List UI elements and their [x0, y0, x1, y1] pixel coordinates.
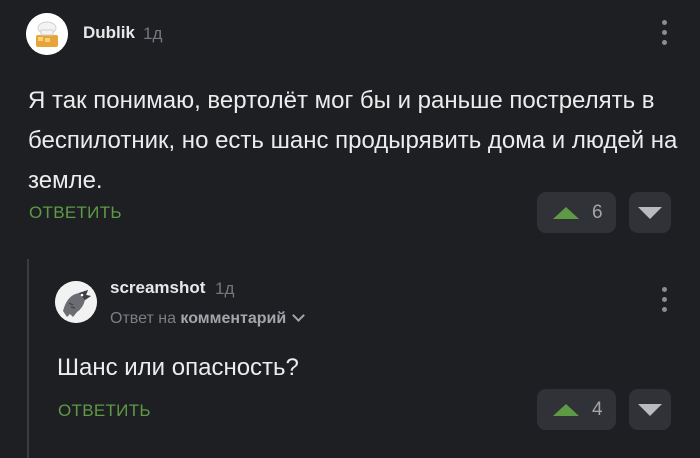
comment-timestamp: 1д — [143, 24, 163, 43]
comment-author[interactable]: screamshot — [110, 278, 205, 298]
downvote-button[interactable] — [629, 192, 671, 233]
reply-to-prefix: Ответ на — [110, 310, 176, 327]
rating-count: 4 — [592, 399, 603, 420]
upvote-button[interactable]: 6 — [537, 192, 616, 233]
arrow-down-triangle-icon — [638, 207, 662, 219]
downvote-button[interactable] — [629, 389, 671, 430]
chef-avatar-image — [26, 13, 68, 55]
reply-button[interactable]: ОТВЕТИТЬ — [58, 401, 151, 421]
arrow-down-triangle-icon — [638, 404, 662, 416]
chevron-down-icon — [292, 309, 306, 322]
more-vertical-icon[interactable] — [657, 18, 671, 48]
more-vertical-icon[interactable] — [657, 285, 671, 315]
arrow-up-triangle-icon — [553, 404, 579, 416]
rating-count: 6 — [592, 202, 603, 223]
avatar[interactable] — [26, 13, 68, 55]
comment-text: Шанс или опасность? — [57, 354, 299, 381]
comment-timestamp: 1д — [215, 279, 235, 298]
upvote-button[interactable]: 4 — [537, 389, 616, 430]
dinosaur-avatar-image — [55, 281, 97, 323]
thread-line[interactable] — [27, 259, 29, 458]
reply-to-target: комментарий — [180, 310, 287, 327]
comment-text: Я так понимаю, вертолёт мог бы и раньше … — [28, 87, 678, 194]
arrow-up-triangle-icon — [553, 207, 579, 219]
reply-button[interactable]: ОТВЕТИТЬ — [29, 203, 122, 223]
comment-author[interactable]: Dublik — [83, 23, 135, 43]
reply-to-link[interactable]: Ответ на комментарий — [110, 309, 306, 328]
comments-thread: Dublik 1д Я так понимаю, вертолёт мог бы… — [0, 0, 700, 458]
avatar[interactable] — [55, 281, 97, 323]
